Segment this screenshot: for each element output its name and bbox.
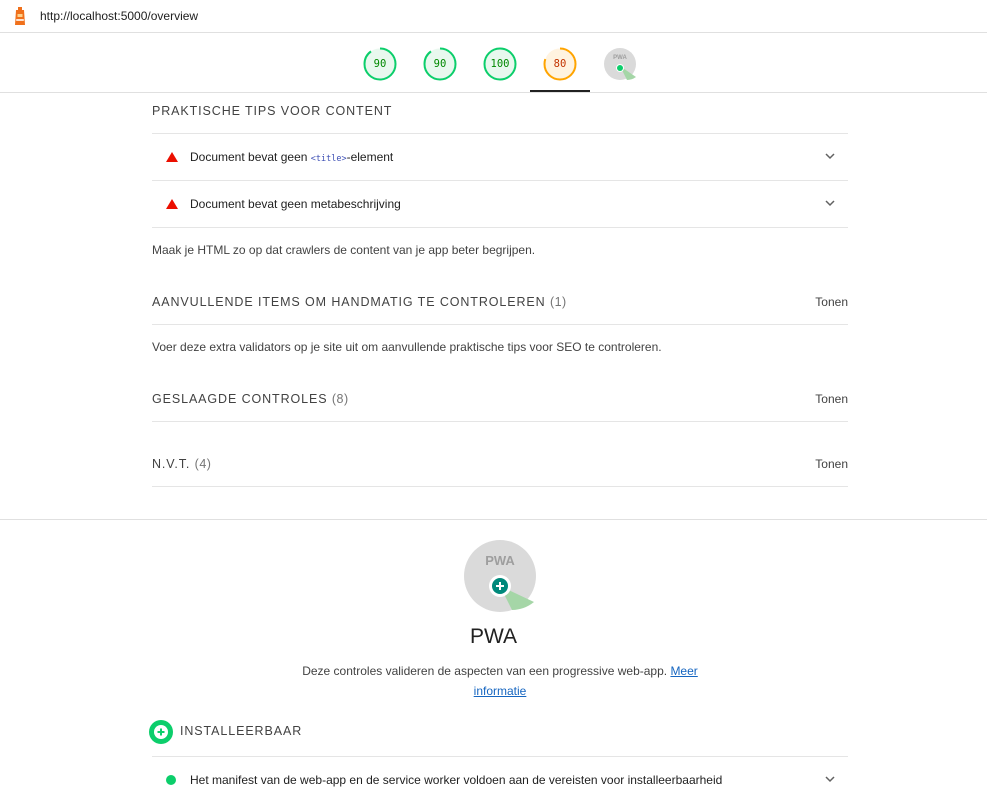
- divider: [152, 324, 848, 325]
- divider: [152, 421, 848, 422]
- lighthouse-icon: [15, 7, 25, 25]
- not-applicable-show-button[interactable]: Tonen: [815, 457, 848, 471]
- fail-icon: [166, 199, 178, 209]
- gauge-pwa[interactable]: PWA: [603, 47, 637, 81]
- gauge-seo[interactable]: 80: [543, 47, 577, 81]
- url-text[interactable]: http://localhost:5000/overview: [40, 9, 198, 23]
- pwa-small-badge-icon: PWA: [604, 48, 636, 80]
- pwa-title: PWA: [469, 625, 518, 648]
- gauge-score: 80: [553, 58, 567, 70]
- gauge-best-practices[interactable]: 100: [483, 47, 517, 81]
- installable-icon: [149, 720, 173, 744]
- pass-icon: [166, 775, 176, 785]
- audit-installable-manifest[interactable]: Het manifest van de web-app en de servic…: [152, 757, 848, 803]
- manual-checks-show-button[interactable]: Tonen: [815, 295, 848, 309]
- audit-no-meta-description[interactable]: Document bevat geen metabeschrijving: [152, 181, 848, 227]
- not-applicable-title[interactable]: N.V.T. (4): [152, 457, 211, 471]
- pwa-badge-icon: PWA: [464, 540, 536, 612]
- gauge-performance[interactable]: 90: [363, 47, 397, 81]
- passed-audits-show-button[interactable]: Tonen: [815, 392, 848, 406]
- score-gauges: 90 90 100 80 PWA: [0, 33, 987, 93]
- chevron-down-icon[interactable]: [824, 150, 836, 162]
- content-tips-title: PRAKTISCHE TIPS VOOR CONTENT: [152, 104, 393, 118]
- passed-audits-title[interactable]: GESLAAGDE CONTROLES (8): [152, 392, 349, 406]
- manual-checks-count: (1): [549, 295, 567, 309]
- divider: [152, 486, 848, 487]
- pwa-badge-text: PWA: [485, 553, 515, 568]
- address-bar: http://localhost:5000/overview: [0, 0, 987, 33]
- learn-more-link-continued[interactable]: informatie: [474, 684, 527, 698]
- audit-title: Document bevat geen <title>-element: [190, 150, 394, 164]
- gauge-score: 90: [433, 58, 447, 70]
- chevron-down-icon[interactable]: [824, 773, 836, 785]
- learn-more-link[interactable]: Meer: [670, 664, 697, 678]
- manual-checks-title[interactable]: AANVULLENDE ITEMS OM HANDMATIG TE CONTRO…: [152, 295, 567, 309]
- active-gauge-indicator: [530, 90, 590, 92]
- gauge-accessibility[interactable]: 90: [423, 47, 457, 81]
- divider: [152, 227, 848, 228]
- category-separator: [0, 519, 987, 520]
- pwa-description: Deze controles valideren de aspecten van…: [302, 664, 698, 698]
- installable-title: INSTALLEERBAAR: [180, 724, 303, 738]
- gauge-score: 100: [490, 58, 510, 70]
- audit-code: <title>: [310, 154, 347, 164]
- not-applicable-count: (4): [194, 457, 212, 471]
- gauge-score: 90: [373, 58, 387, 70]
- audit-no-title[interactable]: Document bevat geen <title>-element: [152, 134, 848, 180]
- content-tips-description: Maak je HTML zo op dat crawlers de conte…: [152, 243, 536, 257]
- audit-title: Het manifest van de web-app en de servic…: [190, 773, 723, 787]
- chevron-down-icon[interactable]: [824, 197, 836, 209]
- audit-title: Document bevat geen metabeschrijving: [190, 197, 401, 211]
- pwa-small-badge-text: PWA: [613, 55, 627, 61]
- manual-checks-description: Voer deze extra validators op je site ui…: [152, 340, 662, 354]
- passed-audits-count: (8): [331, 392, 349, 406]
- fail-icon: [166, 152, 178, 162]
